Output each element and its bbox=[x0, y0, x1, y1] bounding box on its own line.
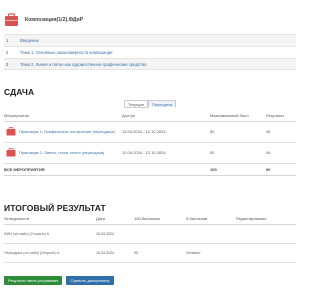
column-header: Редактирование bbox=[236, 214, 296, 225]
activities-table: Мероприятие Доступ Максимальный балл Рез… bbox=[4, 110, 296, 176]
table-row: Практикум 1. Графическое построение (пер… bbox=[4, 121, 296, 143]
assignment-icon bbox=[6, 127, 16, 136]
outline-link[interactable]: Тема 1. Основные закономерности композиц… bbox=[20, 50, 112, 55]
outline-link[interactable]: Тема 2. Линия и пятно как художественно-… bbox=[20, 62, 147, 67]
outline-number: 3 bbox=[6, 61, 9, 67]
result-cell: 45 bbox=[266, 121, 296, 143]
column-header: № ведомости bbox=[4, 214, 96, 225]
tab-current[interactable]: Текущие bbox=[124, 100, 148, 108]
total-label: ВСЕ МЕРОПРИЯТИЯ bbox=[4, 163, 122, 176]
itog-heading: ИТОГОВЫЙ РЕЗУЛЬТАТ bbox=[4, 203, 106, 213]
table-row: Пересдача (он-лайн) (Открыть) # 16.03.20… bbox=[4, 243, 296, 263]
column-header: Дата bbox=[96, 214, 134, 225]
sdacha-heading: СДАЧА bbox=[4, 87, 35, 97]
total-max: 100 bbox=[210, 163, 266, 176]
activity-link[interactable]: Практикум 1. Графическое построение (пер… bbox=[19, 129, 115, 134]
max-score-cell: 50 bbox=[210, 121, 266, 143]
course-title: Композиция(1/2).ФДиР bbox=[25, 17, 84, 23]
outline-item[interactable]: 1 Введение bbox=[4, 34, 296, 46]
accept-result-button[interactable]: Результат меня устраивает bbox=[4, 276, 63, 285]
total-result: 90 bbox=[266, 163, 296, 176]
outline-number: 1 bbox=[6, 38, 9, 43]
outline-link[interactable]: Введение bbox=[20, 38, 39, 43]
table-row: ФИИ (он-лайн) (Открыть) # 16.03.2024 bbox=[4, 224, 296, 244]
sdacha-tabs: Текущие Пересдача bbox=[124, 100, 177, 108]
table-header-row: № ведомости Дата 100-балльная 5-балльная… bbox=[4, 214, 296, 225]
table-header-row: Мероприятие Доступ Максимальный балл Рез… bbox=[4, 110, 296, 122]
table-row: Практикум 2. Линия, точка, пятно (пересд… bbox=[4, 142, 296, 164]
access-cell: 12.04.2024 - 12.10.2024 bbox=[122, 142, 210, 164]
statement-link[interactable]: Пересдача (он-лайн) (Открыть) # bbox=[4, 243, 96, 263]
score100-cell: 90 bbox=[134, 243, 186, 263]
edit-cell bbox=[236, 224, 296, 244]
score5-cell: Отлично bbox=[186, 243, 236, 263]
date-cell: 16.03.2024 bbox=[96, 243, 134, 263]
column-header: Доступ bbox=[122, 110, 210, 122]
outline-item[interactable]: 3 Тема 2. Линия и пятно как художественн… bbox=[4, 58, 296, 70]
action-buttons: Результат меня устраивает Оценить дисцип… bbox=[4, 276, 114, 285]
course-icon bbox=[4, 13, 19, 27]
edit-cell bbox=[236, 243, 296, 263]
outline-number: 2 bbox=[6, 50, 9, 55]
course-header: Композиция(1/2).ФДиР bbox=[4, 9, 296, 31]
outline-item[interactable]: 2 Тема 1. Основные закономерности композ… bbox=[4, 46, 296, 58]
score5-cell bbox=[186, 224, 236, 244]
total-row: ВСЕ МЕРОПРИЯТИЯ 100 90 bbox=[4, 163, 296, 176]
rate-discipline-button[interactable]: Оценить дисциплину bbox=[66, 276, 114, 285]
column-header: 100-балльная bbox=[134, 214, 186, 225]
tab-retake[interactable]: Пересдача bbox=[148, 100, 177, 108]
activity-link[interactable]: Практикум 2. Линия, точка, пятно (пересд… bbox=[19, 150, 104, 155]
course-outline: 1 Введение 2 Тема 1. Основные закономерн… bbox=[4, 34, 296, 70]
score100-cell bbox=[134, 224, 186, 244]
column-header: Мероприятие bbox=[4, 110, 122, 122]
assignment-icon bbox=[6, 148, 16, 157]
results-table: № ведомости Дата 100-балльная 5-балльная… bbox=[4, 214, 296, 263]
access-cell: 12.04.2024 - 12.10.2024 bbox=[122, 121, 210, 143]
column-header: Максимальный балл bbox=[210, 110, 266, 122]
column-header: Результат bbox=[266, 110, 296, 122]
statement-link[interactable]: ФИИ (он-лайн) (Открыть) # bbox=[4, 224, 96, 244]
column-header: 5-балльная bbox=[186, 214, 236, 225]
date-cell: 16.03.2024 bbox=[96, 224, 134, 244]
max-score-cell: 50 bbox=[210, 142, 266, 164]
result-cell: 45 bbox=[266, 142, 296, 164]
